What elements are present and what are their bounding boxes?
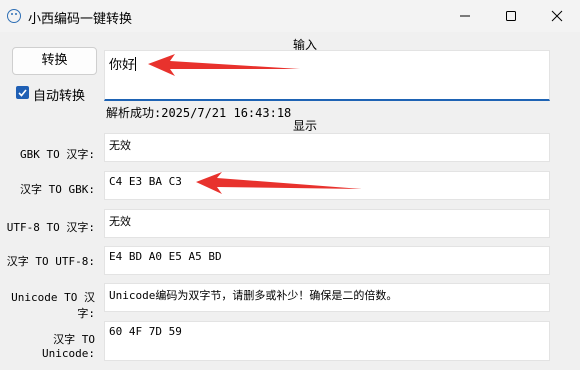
close-icon [551,10,563,22]
hanzi-to-utf8-output[interactable]: E4 BD A0 E5 A5 BD [104,246,550,275]
close-button[interactable] [534,0,580,32]
auto-convert-label: 自动转换 [33,89,86,104]
minimize-icon [460,15,470,17]
input-text: 你好 [109,58,136,73]
window-title: 小西编码一键转换 [28,12,133,27]
utf8-to-hanzi-label: UTF-8 TO 汉字: [6,221,95,234]
auto-convert-checkbox[interactable] [16,86,29,99]
hanzi-to-gbk-output[interactable]: C4 E3 BA C3 [104,171,550,200]
hanzi-to-unicode-label: 汉字 TO Unicode: [42,333,95,360]
gbk-to-hanzi-output[interactable]: 无效 [104,133,550,162]
unicode-to-hanzi-label: Unicode TO 汉字: [11,291,95,320]
unicode-to-hanzi-output[interactable]: Unicode编码为双字节，请删多或补少！确保是二的倍数。 [104,283,550,312]
hanzi-to-utf8-label: 汉字 TO UTF-8: [6,255,95,268]
minimize-button[interactable] [442,0,488,32]
app-icon [7,9,21,23]
text-cursor [135,57,137,71]
output-section-label: 显示 [292,119,317,133]
gbk-to-hanzi-label: GBK TO 汉字: [20,148,95,161]
utf8-to-hanzi-output[interactable]: 无效 [104,209,550,238]
hanzi-to-gbk-label: 汉字 TO GBK: [20,183,95,196]
checkmark-icon [18,89,27,97]
input-textarea[interactable]: 你好 [104,50,550,101]
maximize-icon [506,11,516,21]
maximize-button[interactable] [488,0,534,32]
convert-button[interactable]: 转换 [12,47,97,75]
status-text: 解析成功:2025/7/21 16:43:18 [106,106,292,120]
hanzi-to-unicode-output[interactable]: 60 4F 7D 59 [104,321,550,361]
title-bar: 小西编码一键转换 [0,0,580,32]
